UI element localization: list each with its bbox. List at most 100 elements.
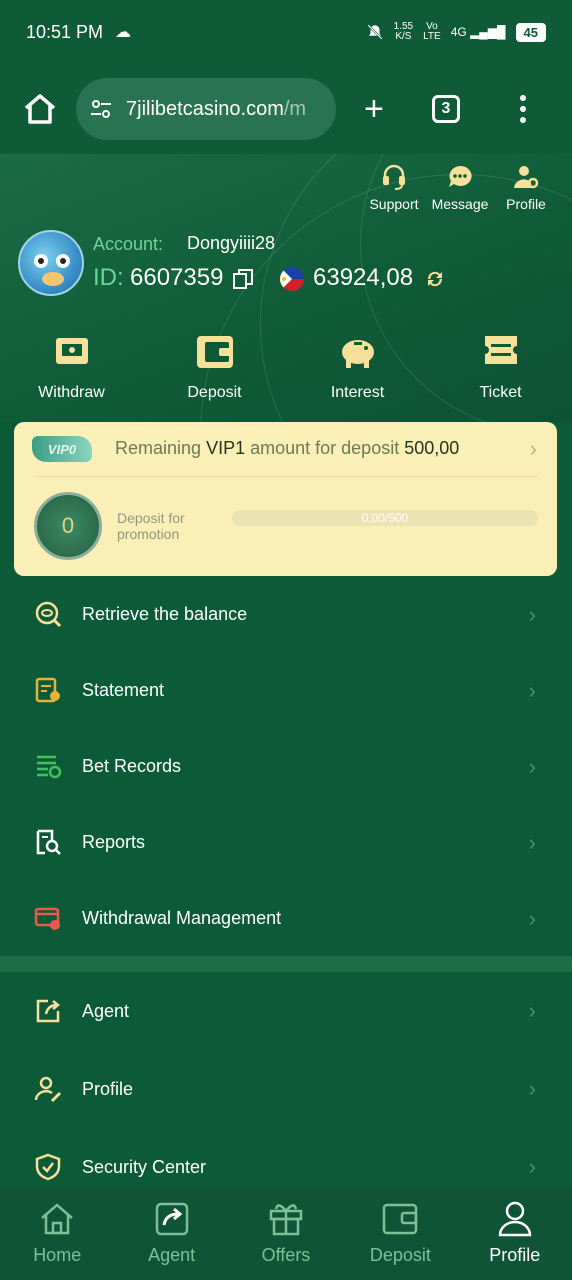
- menu-label: Security Center: [82, 1156, 207, 1177]
- tab-label: Offers: [261, 1245, 311, 1265]
- battery-icon: 45: [515, 22, 546, 42]
- status-right: 1.55 K/S Vo LTE 4G ▂▄▆█ 45: [366, 22, 546, 42]
- philippines-flag-icon: [280, 267, 304, 291]
- vip-text-mid: amount for deposit: [250, 438, 400, 458]
- chat-bubble-icon: [449, 165, 472, 187]
- profile-shortcut-button[interactable]: Profile: [498, 162, 554, 212]
- lte-text: LTE: [423, 31, 441, 42]
- section-divider: [0, 956, 572, 972]
- chevron-right-icon: ›: [528, 906, 536, 931]
- url-bar[interactable]: 7jilibetcasino.com/m: [76, 78, 336, 140]
- header-shortcuts: Support Message Profile: [366, 162, 554, 212]
- vip-badge: VIP0: [32, 436, 92, 462]
- home-icon[interactable]: [20, 89, 60, 129]
- vip-card[interactable]: VIP0 Remaining VIP1 amount for deposit 5…: [14, 422, 557, 576]
- url-host: 7jilibetcasino.com: [126, 97, 284, 120]
- new-tab-button[interactable]: +: [364, 90, 394, 129]
- tab-label: Deposit: [369, 1245, 431, 1265]
- cloud-icon: ☁: [115, 24, 132, 41]
- tab-deposit[interactable]: Deposit: [343, 1187, 457, 1280]
- support-label: Support: [369, 196, 419, 212]
- menu-label: Bet Records: [82, 755, 182, 776]
- bell-off-icon: [367, 24, 383, 40]
- site-settings-icon[interactable]: [88, 96, 114, 122]
- deposit-button[interactable]: Deposit: [143, 332, 286, 402]
- promo-label: Deposit for promotion: [117, 510, 185, 542]
- url-text: 7jilibetcasino.com/m: [126, 98, 306, 121]
- withdraw-button[interactable]: Withdraw: [0, 332, 143, 402]
- coin-search-icon: [35, 601, 62, 628]
- menu-item-statement[interactable]: Statement ›: [0, 652, 572, 728]
- tab-agent[interactable]: Agent: [114, 1187, 228, 1280]
- chevron-right-icon: ›: [528, 754, 536, 779]
- menu-item-bet-records[interactable]: Bet Records ›: [0, 728, 572, 804]
- avatar-mouth: [42, 272, 64, 286]
- account-name: Dongyiiii28: [187, 233, 276, 253]
- browser-menu-icon[interactable]: [520, 95, 526, 123]
- user-icon: [498, 1201, 532, 1237]
- menu-label: Profile: [82, 1078, 134, 1099]
- menu-item-reports[interactable]: Reports ›: [0, 804, 572, 880]
- speed-unit: K/S: [395, 31, 412, 42]
- deposit-label: Deposit: [187, 384, 242, 401]
- wallet-icon: [196, 336, 233, 368]
- chevron-right-icon: ›: [528, 998, 536, 1023]
- card-settings-icon: [34, 907, 60, 930]
- vip-coin-icon: 0: [34, 492, 102, 560]
- user-settings-icon: [514, 166, 539, 189]
- piggy-bank-icon: [341, 340, 374, 368]
- network-type: 4G: [450, 25, 467, 39]
- quick-actions: Withdraw Deposit Interest Ticket: [0, 332, 572, 402]
- user-edit-icon: [34, 1076, 62, 1103]
- divider: [34, 476, 537, 477]
- refresh-icon[interactable]: [424, 268, 446, 290]
- url-path: /m: [283, 97, 307, 120]
- account-label: Account:: [93, 234, 164, 254]
- tab-switcher-button[interactable]: 3: [432, 95, 460, 123]
- chevron-right-icon: ›: [528, 602, 536, 627]
- message-label: Message: [431, 196, 489, 212]
- network-speed: 1.55 K/S: [394, 22, 413, 42]
- menu-item-withdrawal-management[interactable]: Withdrawal Management ›: [0, 880, 572, 956]
- menu-label: Statement: [82, 679, 165, 700]
- menu-group-account: Agent › Profile › Security Center ›: [0, 972, 572, 1206]
- tab-home[interactable]: Home: [0, 1187, 114, 1280]
- progress-text: 0,00/500: [361, 511, 409, 525]
- statement-icon: [35, 677, 60, 703]
- message-button[interactable]: Message: [432, 162, 488, 212]
- home-icon: [41, 1203, 74, 1235]
- tab-profile[interactable]: Profile: [458, 1187, 572, 1280]
- id-label: ID:: [93, 264, 124, 291]
- menu-item-retrieve-balance[interactable]: Retrieve the balance ›: [0, 576, 572, 652]
- chevron-right-icon: ›: [528, 1076, 536, 1101]
- profile-shortcut-label: Profile: [506, 196, 546, 212]
- menu-label: Withdrawal Management: [82, 907, 282, 928]
- avatar[interactable]: [18, 230, 84, 296]
- vip-next-level: VIP1: [206, 438, 246, 458]
- interest-button[interactable]: Interest: [286, 332, 429, 402]
- headset-icon: [383, 164, 405, 190]
- avatar-eye: [34, 254, 48, 268]
- ticket-button[interactable]: Ticket: [429, 332, 572, 402]
- signal-icon: 4G ▂▄▆█: [450, 25, 506, 39]
- ticket-label: Ticket: [479, 384, 522, 401]
- shield-check-icon: [35, 1153, 61, 1181]
- tab-offers[interactable]: Offers: [229, 1187, 343, 1280]
- menu-item-agent[interactable]: Agent ›: [0, 972, 572, 1050]
- withdraw-label: Withdraw: [38, 384, 105, 401]
- menu-label: Retrieve the balance: [82, 603, 248, 624]
- menu-label: Agent: [82, 1000, 130, 1021]
- status-time: 10:51 PM: [26, 21, 104, 42]
- vip-coin-value: 0: [61, 513, 75, 538]
- tab-label: Agent: [148, 1245, 196, 1265]
- wallet-icon: [383, 1203, 418, 1235]
- chevron-right-icon: ›: [529, 436, 537, 461]
- status-bar: 10:51 PM ☁ 1.55 K/S Vo LTE 4G ▂▄▆█ 45: [0, 0, 572, 64]
- vip-amount: 500,00: [404, 438, 460, 458]
- copy-icon[interactable]: [232, 268, 254, 290]
- chevron-right-icon: ›: [528, 1154, 536, 1179]
- support-button[interactable]: Support: [366, 162, 422, 212]
- menu-item-profile[interactable]: Profile ›: [0, 1050, 572, 1128]
- tab-label: Profile: [489, 1245, 541, 1265]
- menu-group-funds: Retrieve the balance › Statement › Bet R…: [0, 576, 572, 956]
